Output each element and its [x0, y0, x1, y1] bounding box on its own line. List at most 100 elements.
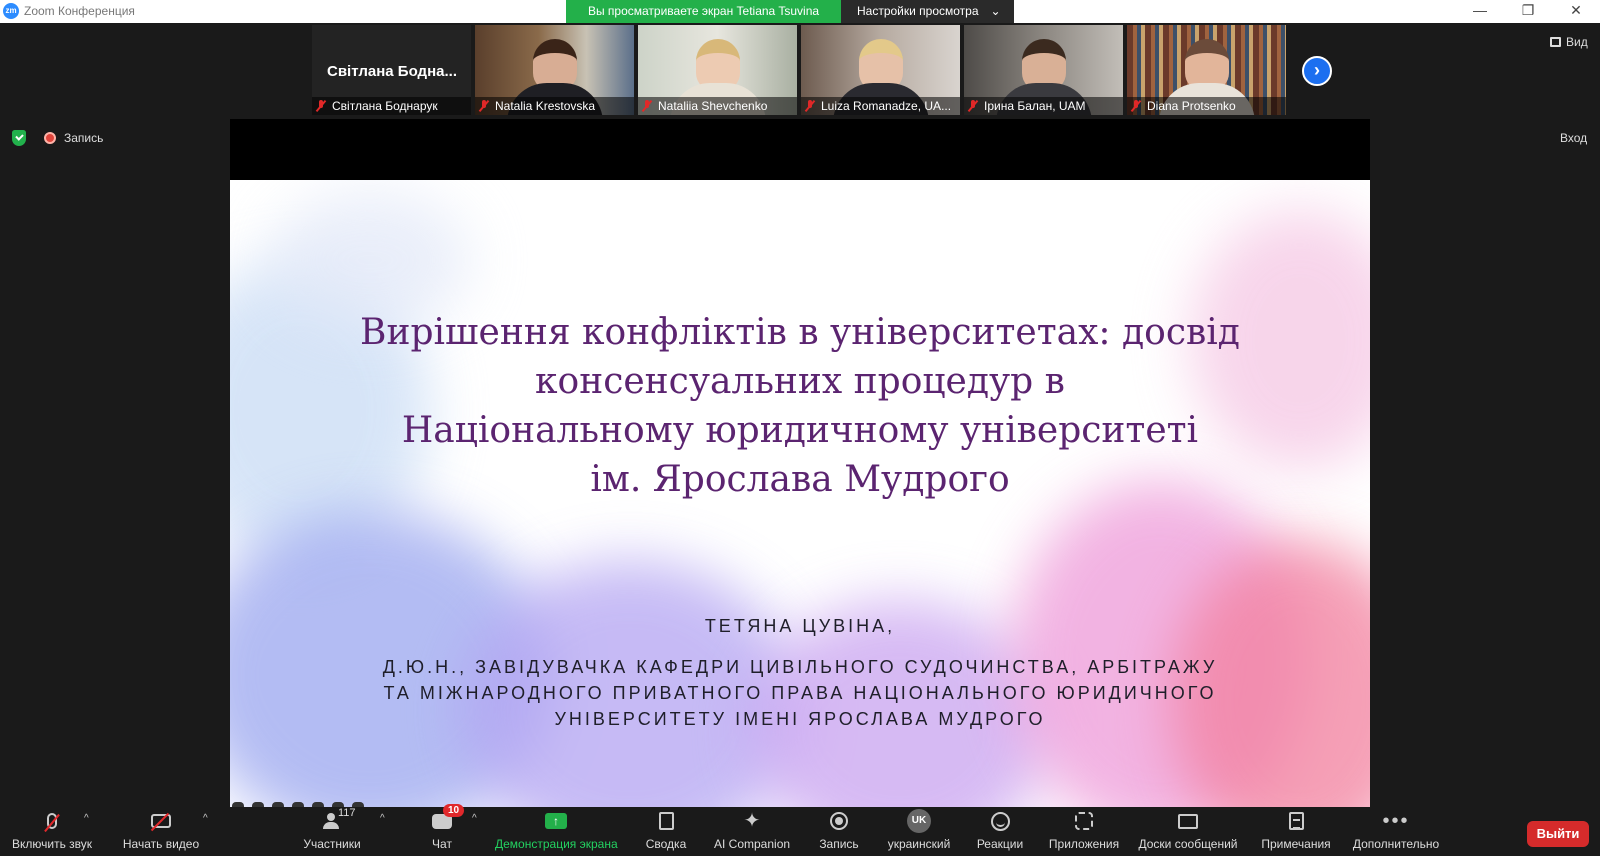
view-settings-button[interactable]: Настройки просмотра ⌄ — [841, 0, 1014, 23]
participant-tile[interactable]: Ірина Балан, UAM — [964, 25, 1123, 115]
affiliation-line: Д.Ю.Н., ЗАВІДУВАЧКА КАФЕДРИ ЦИВІЛЬНОГО С… — [382, 657, 1218, 677]
mic-muted-icon — [642, 100, 652, 112]
chat-unread-badge: 10 — [443, 804, 465, 817]
whiteboards-button[interactable]: Доски сообщений — [1138, 807, 1238, 856]
share-screen-label: Демонстрация экрана — [495, 837, 618, 851]
zoom-window: zm Zoom Конференция Вы просматриваете эк… — [0, 0, 1600, 856]
recording-indicator[interactable]: Запись — [44, 131, 103, 145]
chat-button[interactable]: 10 Чат — [425, 804, 465, 856]
participant-name: Diana Protsenko — [1147, 99, 1236, 113]
slide-title: Вирішення конфліктів в університетах: до… — [230, 308, 1370, 504]
audio-options-caret[interactable]: ^ — [84, 813, 89, 824]
view-label: Вид — [1566, 35, 1588, 49]
reactions-button[interactable]: Реакции — [976, 807, 1024, 856]
restore-button[interactable]: ❐ — [1518, 2, 1538, 19]
participant-namebar: Natalia Krestovska — [475, 97, 634, 115]
participants-label: Участники — [303, 837, 361, 851]
share-screen-icon: ↑ — [545, 813, 567, 829]
record-label: Запись — [819, 837, 859, 851]
affiliation-line: УНІВЕРСИТЕТУ ІМЕНІ ЯРОСЛАВА МУДРОГО — [554, 709, 1046, 729]
participant-strip: Світлана Бодна... Світлана Боднарук Nata… — [0, 23, 1600, 117]
slide-author: ТЕТЯНА ЦУВІНА, — [704, 616, 896, 636]
view-settings-label: Настройки просмотра — [857, 4, 979, 18]
participant-name: Ірина Балан, UAM — [984, 99, 1086, 113]
apps-icon — [1075, 812, 1093, 830]
participant-name: Luiza Romanadze, UA... — [821, 99, 952, 113]
participant-tile[interactable]: Diana Protsenko — [1127, 25, 1286, 115]
view-button[interactable]: Вид — [1550, 35, 1588, 49]
participant-tile-featured[interactable]: Світлана Бодна... Світлана Боднарук — [312, 25, 471, 115]
slide-title-line: ім. Ярослава Мудрого — [590, 459, 1010, 500]
participant-namebar: Ірина Балан, UAM — [964, 97, 1123, 115]
shield-icon[interactable] — [12, 130, 26, 146]
participant-namebar: Luiza Romanadze, UA... — [801, 97, 960, 115]
participant-name: Natalia Krestovska — [495, 99, 596, 113]
video-options-caret[interactable]: ^ — [203, 813, 208, 824]
participant-namebar: Світлана Боднарук — [312, 97, 471, 115]
chat-label: Чат — [432, 837, 452, 851]
participants-button[interactable]: 117 Участники — [300, 807, 364, 856]
ai-companion-button[interactable]: ✦ AI Companion — [714, 807, 790, 856]
unmute-button[interactable]: Включить звук — [8, 807, 96, 856]
mic-muted-icon — [968, 100, 978, 112]
share-screen-button[interactable]: ↑ Демонстрация экрана — [495, 807, 618, 856]
whiteboards-label: Доски сообщений — [1138, 837, 1238, 851]
participant-namebar: Diana Protsenko — [1127, 97, 1286, 115]
minimize-button[interactable]: — — [1470, 2, 1490, 18]
share-banner: Вы просматриваете экран Tetiana Tsuvina … — [566, 0, 1014, 23]
mic-muted-icon — [316, 100, 326, 112]
affiliation-line: ТА МІЖНАРОДНОГО ПРИВАТНОГО ПРАВА НАЦІОНА… — [383, 683, 1217, 703]
start-video-button[interactable]: Начать видео — [120, 807, 202, 856]
viewing-screen-label: Вы просматриваете экран Tetiana Tsuvina — [566, 0, 841, 23]
slide-title-line: Вирішення конфліктів в університетах: до… — [360, 312, 1240, 353]
more-button[interactable]: ••• Дополнительно — [1352, 807, 1440, 856]
grid-view-icon — [1550, 37, 1561, 47]
summary-label: Сводка — [645, 837, 687, 851]
language-icon: UK — [907, 809, 931, 833]
summary-icon — [658, 812, 674, 830]
more-dots-icon: ••• — [1382, 810, 1410, 832]
shared-screen: Вирішення конфліктів в університетах: до… — [230, 119, 1370, 807]
participant-name: Світлана Боднарук — [332, 99, 438, 113]
video-camera-off-icon — [151, 814, 171, 828]
notes-label: Примечания — [1261, 837, 1331, 851]
close-button[interactable]: ✕ — [1566, 2, 1586, 19]
apps-button[interactable]: Приложения — [1048, 807, 1120, 856]
leave-button[interactable]: Выйти — [1527, 821, 1589, 847]
language-label: украинский — [887, 837, 951, 851]
notes-icon — [1288, 812, 1304, 830]
more-label: Дополнительно — [1352, 837, 1440, 851]
language-button[interactable]: UK украинский — [885, 807, 953, 856]
slide-title-line: консенсуальних процедур в — [535, 361, 1065, 402]
participant-tile[interactable]: Natalia Krestovska — [475, 25, 634, 115]
start-video-label: Начать видео — [122, 837, 200, 851]
record-icon — [830, 812, 848, 830]
participant-tile[interactable]: Nataliia Shevchenko — [638, 25, 797, 115]
microphone-muted-icon — [47, 813, 57, 829]
meeting-status: Запись — [12, 130, 103, 146]
record-dot-icon — [44, 132, 56, 144]
mic-muted-icon — [805, 100, 815, 112]
mic-muted-icon — [1131, 100, 1141, 112]
enter-button[interactable]: Вход — [1560, 131, 1587, 145]
record-button[interactable]: Запись — [815, 807, 863, 856]
apps-label: Приложения — [1048, 837, 1120, 851]
whiteboard-icon — [1178, 813, 1198, 829]
participant-namebar: Nataliia Shevchenko — [638, 97, 797, 115]
participant-tile[interactable]: Luiza Romanadze, UA... — [801, 25, 960, 115]
unmute-label: Включить звук — [11, 837, 93, 851]
chevron-down-icon: ⌄ — [990, 4, 1001, 18]
next-page-button[interactable]: › — [1302, 56, 1332, 86]
zoom-logo-icon: zm — [3, 3, 19, 19]
slide-title-line: Національному юридичному університеті — [401, 410, 1199, 451]
chat-options-caret[interactable]: ^ — [472, 813, 477, 824]
window-title: Zoom Конференция — [24, 4, 135, 18]
mic-muted-icon — [479, 100, 489, 112]
summary-button[interactable]: Сводка — [644, 807, 688, 856]
notes-button[interactable]: Примечания — [1260, 807, 1332, 856]
reactions-label: Реакции — [976, 837, 1024, 851]
participant-name: Nataliia Shevchenko — [658, 99, 768, 113]
participants-count: 117 — [338, 807, 356, 819]
slide-affiliation: Д.Ю.Н., ЗАВІДУВАЧКА КАФЕДРИ ЦИВІЛЬНОГО С… — [230, 654, 1370, 732]
participants-options-caret[interactable]: ^ — [380, 813, 385, 824]
